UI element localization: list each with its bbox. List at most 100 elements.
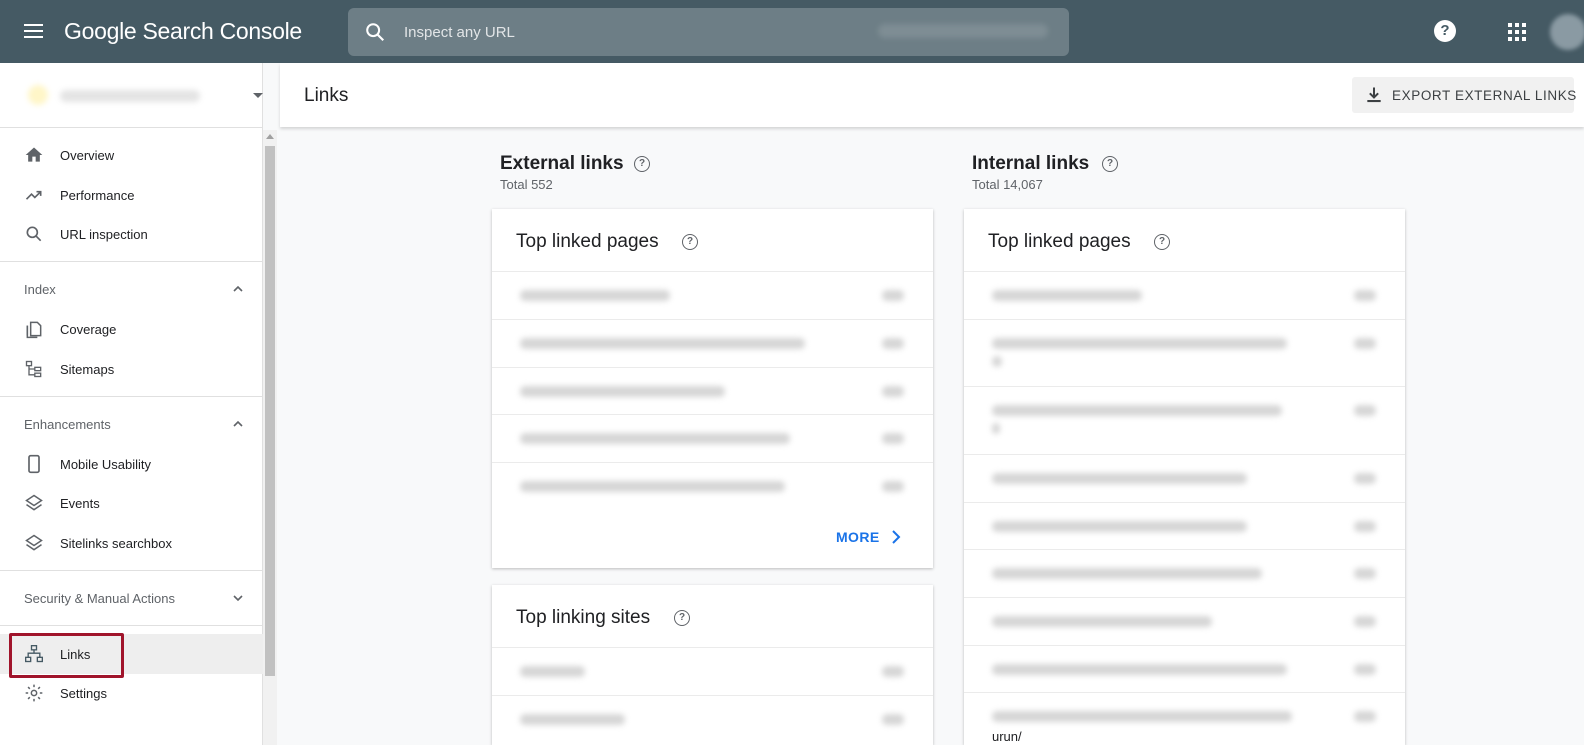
section-enhancements[interactable]: Enhancements — [0, 404, 263, 444]
search-icon — [366, 23, 385, 42]
search-bar[interactable] — [348, 8, 1069, 56]
sidebar-item-overview[interactable]: Overview — [0, 135, 263, 175]
count-redacted — [882, 433, 904, 444]
phone-icon — [28, 454, 40, 474]
scrollbar-thumb[interactable] — [265, 146, 275, 676]
table-row[interactable] — [964, 597, 1405, 644]
sidebar-item-performance[interactable]: Performance — [0, 175, 263, 215]
external-top-linking-sites-card: Top linking sites ? — [492, 585, 933, 745]
more-button-label: MORE — [836, 529, 880, 545]
table-row[interactable] — [964, 549, 1405, 596]
sidebar-item-label: Performance — [60, 188, 135, 203]
sidebar-item-label: Coverage — [60, 322, 117, 337]
sidebar-item-label: Sitelinks searchbox — [60, 536, 172, 551]
url-redacted — [992, 423, 1000, 434]
card-title: Top linking sites — [516, 607, 651, 628]
sidebar-item-mobile-usability[interactable]: Mobile Usability — [0, 444, 263, 484]
sidebar-item-label: Settings — [60, 686, 107, 701]
section-label: Enhancements — [24, 417, 111, 432]
internal-top-linked-pages-card: Top linked pages ? urun/ — [964, 209, 1405, 745]
count-redacted — [882, 714, 904, 725]
count-redacted — [1354, 473, 1376, 484]
help-circle-icon[interactable]: ? — [682, 234, 698, 250]
count-redacted — [1354, 568, 1376, 579]
section-label: Index — [24, 282, 56, 297]
external-links-title: External links — [500, 153, 624, 174]
url-redacted — [992, 521, 1247, 532]
table-row[interactable] — [964, 454, 1405, 501]
table-row[interactable] — [492, 647, 933, 694]
table-row[interactable] — [492, 271, 933, 318]
layers-icon — [25, 534, 43, 551]
table-row[interactable] — [964, 645, 1405, 692]
section-index[interactable]: Index — [0, 269, 263, 309]
avatar[interactable] — [1550, 14, 1584, 50]
sidebar-item-events[interactable]: Events — [0, 483, 263, 523]
export-external-links-button[interactable]: EXPORT EXTERNAL LINKS — [1352, 77, 1576, 113]
scroll-up-arrow-icon[interactable] — [266, 134, 274, 139]
search-hint-redacted — [878, 24, 1048, 38]
sidebar-item-sitelinks-searchbox[interactable]: Sitelinks searchbox — [0, 523, 263, 563]
help-circle-icon[interactable]: ? — [674, 610, 690, 626]
url-redacted — [520, 433, 790, 444]
url-redacted — [992, 290, 1142, 301]
table-row[interactable] — [964, 271, 1405, 318]
sidebar-item-label: Links — [60, 647, 91, 662]
count-redacted — [1354, 521, 1376, 532]
url-redacted — [520, 386, 725, 397]
menu-icon[interactable] — [22, 20, 48, 44]
section-label: Security & Manual Actions — [24, 591, 176, 606]
url-redacted — [992, 473, 1247, 484]
chevron-right-icon — [892, 530, 901, 544]
help-circle-icon[interactable]: ? — [1102, 156, 1118, 172]
table-row[interactable] — [964, 319, 1405, 385]
links-network-icon — [25, 645, 43, 663]
property-favicon — [28, 85, 48, 105]
sitemap-icon — [25, 360, 42, 378]
external-links-total: Total 552 — [500, 177, 553, 192]
sidebar-item-url-inspection[interactable]: URL inspection — [0, 214, 263, 254]
sidebar-item-label: Mobile Usability — [60, 457, 152, 472]
table-row[interactable]: urun/ — [964, 692, 1405, 745]
table-row[interactable] — [492, 319, 933, 366]
sidebar-item-settings[interactable]: Settings — [0, 673, 263, 713]
section-security-manual-actions[interactable]: Security & Manual Actions — [0, 578, 263, 618]
table-row[interactable] — [492, 462, 933, 509]
copy-icon — [26, 321, 42, 339]
table-row[interactable] — [492, 695, 933, 742]
chevron-up-icon — [233, 285, 243, 292]
page-title: Links — [304, 85, 349, 106]
sidebar-scrollbar[interactable] — [263, 130, 277, 745]
count-redacted — [1354, 405, 1376, 416]
url-redacted — [992, 568, 1262, 579]
divider — [0, 261, 263, 262]
help-circle-icon[interactable]: ? — [1154, 234, 1170, 250]
table-row[interactable] — [492, 414, 933, 461]
layers-icon — [25, 494, 43, 511]
sidebar-item-label: Sitemaps — [60, 362, 115, 377]
table-row[interactable] — [964, 502, 1405, 549]
help-icon[interactable]: ? — [1434, 20, 1456, 42]
table-row[interactable] — [964, 386, 1405, 453]
sidebar-item-sitemaps[interactable]: Sitemaps — [0, 349, 263, 389]
apps-grid-icon[interactable] — [1508, 23, 1526, 41]
more-button[interactable]: MORE — [836, 529, 901, 545]
sidebar-item-label: URL inspection — [60, 227, 148, 242]
divider — [0, 396, 263, 397]
url-redacted — [992, 664, 1287, 675]
sidebar-item-links[interactable]: Links — [0, 634, 263, 674]
count-redacted — [1354, 290, 1376, 301]
card-title: Top linked pages — [516, 231, 659, 252]
download-icon — [1367, 87, 1381, 103]
help-circle-icon[interactable]: ? — [634, 156, 650, 172]
sidebar-item-coverage[interactable]: Coverage — [0, 309, 263, 349]
gear-icon — [25, 684, 43, 702]
count-redacted — [882, 338, 904, 349]
property-selector[interactable] — [0, 63, 263, 128]
app-logo[interactable]: Google Search Console — [64, 18, 302, 45]
divider — [0, 570, 263, 571]
table-row[interactable] — [492, 367, 933, 414]
site-redacted — [520, 714, 625, 725]
sidebar-item-label: Events — [60, 496, 100, 511]
page-header: Links EXPORT EXTERNAL LINKS — [280, 63, 1584, 127]
